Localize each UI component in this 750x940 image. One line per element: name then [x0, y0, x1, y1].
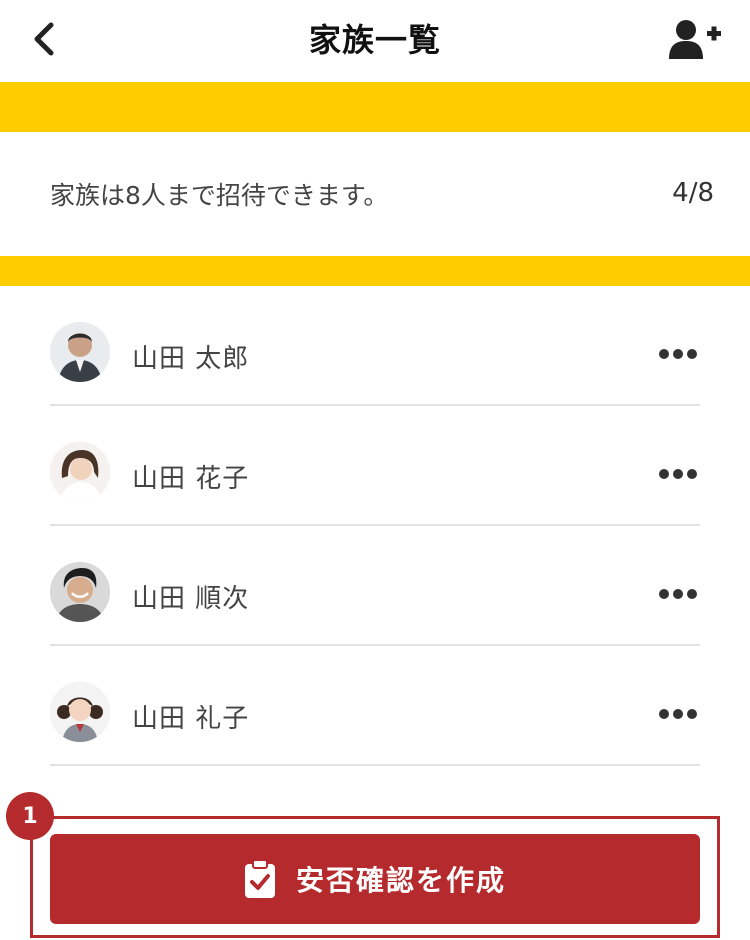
step-badge: 1	[6, 792, 54, 840]
list-item[interactable]: 山田 礼子	[50, 646, 700, 766]
member-name: 山田 礼子	[132, 704, 250, 734]
avatar	[50, 562, 110, 622]
invite-info-row: 家族は8人まで招待できます。 4/8	[0, 132, 750, 256]
more-horizontal-icon	[659, 349, 669, 359]
member-name: 山田 太郎	[132, 344, 250, 374]
more-options-button[interactable]	[656, 700, 700, 728]
yellow-divider-top	[0, 82, 750, 132]
header: 家族一覧	[0, 0, 750, 82]
user-plus-icon	[669, 20, 721, 59]
more-horizontal-icon	[659, 589, 669, 599]
invite-limit-text: 家族は8人まで招待できます。	[50, 181, 389, 210]
create-safety-check-button[interactable]: 安否確認を作成	[50, 834, 700, 924]
create-button-label: 安否確認を作成	[295, 864, 506, 897]
yellow-divider-bottom	[0, 256, 750, 286]
member-name: 山田 順次	[132, 584, 250, 614]
list-item[interactable]: 山田 太郎	[50, 286, 700, 406]
more-options-button[interactable]	[656, 340, 700, 368]
avatar	[50, 322, 110, 382]
add-family-button[interactable]	[666, 18, 726, 62]
member-name: 山田 花子	[132, 464, 250, 494]
list-item[interactable]: 山田 花子	[50, 406, 700, 526]
family-member-list: 山田 太郎 山田 花子 山田 順次 山田 礼子	[0, 286, 750, 766]
avatar	[50, 682, 110, 742]
avatar	[50, 442, 110, 502]
more-options-button[interactable]	[656, 460, 700, 488]
more-horizontal-icon	[659, 469, 669, 479]
list-item[interactable]: 山田 順次	[50, 526, 700, 646]
clipboard-check-icon	[244, 859, 275, 898]
more-options-button[interactable]	[656, 580, 700, 608]
page-title: 家族一覧	[308, 21, 441, 59]
more-horizontal-icon	[659, 709, 669, 719]
member-count: 4/8	[672, 178, 714, 208]
